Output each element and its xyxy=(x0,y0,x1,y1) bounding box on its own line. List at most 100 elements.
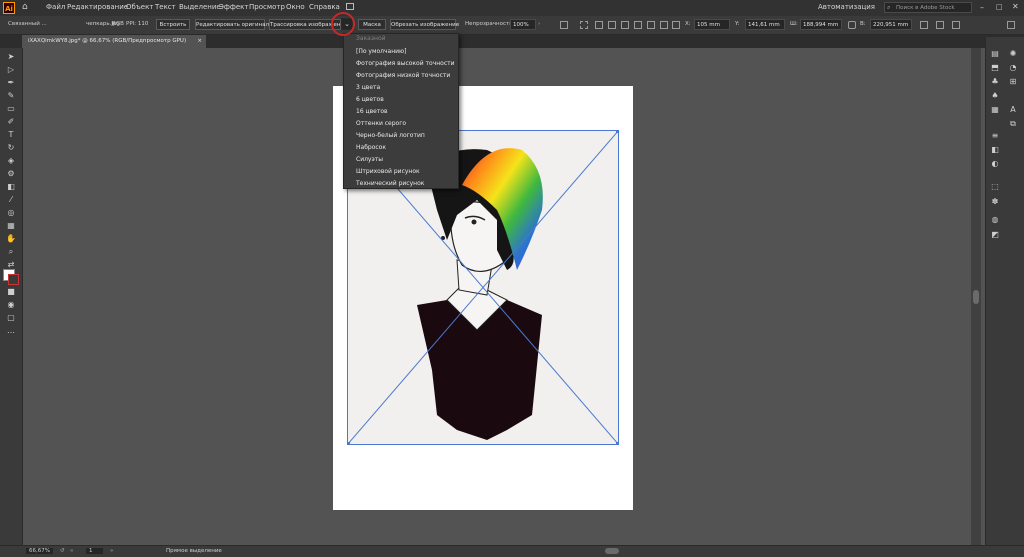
preset-16-colors[interactable]: 16 цветов xyxy=(356,108,388,115)
pathfinder-icon[interactable]: ⧉ xyxy=(1008,119,1018,128)
zoom-tool-icon[interactable]: ⌕ xyxy=(6,248,16,256)
align-icon[interactable] xyxy=(580,21,588,29)
menu-select[interactable]: Выделение xyxy=(179,3,221,11)
document-setup-icon[interactable] xyxy=(560,21,568,29)
rotate-view-icon[interactable]: ↺ xyxy=(60,548,65,554)
shape-builder-tool-icon[interactable]: ◎ xyxy=(6,209,16,217)
align-center-icon[interactable] xyxy=(608,21,616,29)
swatches-icon[interactable]: ▦ xyxy=(990,105,1000,114)
color-icon[interactable]: ✺ xyxy=(1008,49,1018,58)
transparency-icon[interactable]: ◧ xyxy=(990,145,1000,154)
stroke-icon[interactable]: ≡ xyxy=(990,131,1000,140)
vertical-scroll-thumb[interactable] xyxy=(973,290,979,304)
selection-tool-icon[interactable]: ➤ xyxy=(6,53,16,61)
height-field[interactable]: 220,951 mm xyxy=(870,19,912,30)
preset-sketch[interactable]: Набросок xyxy=(356,144,386,151)
preset-6-colors[interactable]: 6 цветов xyxy=(356,96,384,103)
preset-bw-logo[interactable]: Черно-белый логотип xyxy=(356,132,425,139)
rectangle-tool-icon[interactable]: ▭ xyxy=(6,105,16,113)
menu-window[interactable]: Окно xyxy=(286,3,305,11)
direct-selection-tool-icon[interactable]: ▷ xyxy=(6,66,16,74)
handle-bottom-right[interactable] xyxy=(616,442,619,445)
opacity-field[interactable]: 100% xyxy=(510,19,536,30)
preset-default[interactable]: [По умолчанию] xyxy=(356,48,406,55)
x-field[interactable]: 105 mm xyxy=(694,19,730,30)
screen-mode-icon[interactable]: ▢ xyxy=(6,314,16,322)
menu-object[interactable]: Объект xyxy=(126,3,153,11)
properties-icon[interactable]: ▤ xyxy=(990,49,1000,58)
horizontal-scroll-thumb[interactable] xyxy=(605,548,619,554)
flip-icon[interactable] xyxy=(936,21,944,29)
panel-menu-icon[interactable] xyxy=(1007,21,1015,29)
gradient-tool-icon[interactable]: ◧ xyxy=(6,183,16,191)
zoom-field[interactable]: 66,67% xyxy=(26,548,53,554)
align-bottom-icon[interactable] xyxy=(660,21,668,29)
prev-artboard-icon[interactable]: « xyxy=(70,548,73,554)
menu-edit[interactable]: Редактирование xyxy=(67,3,128,11)
drawing-mode-icon[interactable]: ◉ xyxy=(6,301,16,309)
artboard-number-field[interactable]: 1 xyxy=(86,548,103,554)
align-right-icon[interactable] xyxy=(621,21,629,29)
y-field[interactable]: 141,61 mm xyxy=(745,19,785,30)
close-window-button[interactable]: ✕ xyxy=(1012,2,1019,11)
document-tab[interactable]: iXAXQimkWY8.jpg* @ 66,67% (RGB/Предпросм… xyxy=(22,35,206,48)
menu-view[interactable]: Просмотр xyxy=(249,3,285,11)
stock-search-field[interactable]: ⌕ Поиск в Adobe Stock xyxy=(884,2,972,13)
paintbrush-tool-icon[interactable]: ✐ xyxy=(6,118,16,126)
eraser-tool-icon[interactable]: ◈ xyxy=(6,157,16,165)
align-middle-icon[interactable] xyxy=(647,21,655,29)
menu-help[interactable]: Справка xyxy=(309,3,340,11)
eyedropper-tool-icon[interactable]: ⁄ xyxy=(6,196,16,204)
next-artboard-icon[interactable]: » xyxy=(110,548,113,554)
curvature-tool-icon[interactable]: ✎ xyxy=(6,92,16,100)
color-guide-icon[interactable]: ✽ xyxy=(990,197,1000,206)
mask-button[interactable]: Маска xyxy=(358,19,386,30)
preset-3-colors[interactable]: 3 цвета xyxy=(356,84,380,91)
image-trace-panel-icon[interactable]: ⬚ xyxy=(990,182,1000,191)
workspace-switcher-icon[interactable] xyxy=(346,3,354,10)
character-icon[interactable]: A xyxy=(1008,105,1018,114)
more-options-icon[interactable] xyxy=(952,21,960,29)
rotate-tool-icon[interactable]: ↻ xyxy=(6,144,16,152)
handle-top-right[interactable] xyxy=(616,130,619,133)
preset-technical-drawing[interactable]: Технический рисунок xyxy=(356,180,424,187)
tab-close-icon[interactable]: × xyxy=(197,35,202,48)
menu-text[interactable]: Текст xyxy=(155,3,176,11)
graphic-styles-icon[interactable]: ◍ xyxy=(990,215,1000,224)
libraries-icon[interactable]: ⬒ xyxy=(990,63,1000,72)
width-tool-icon[interactable]: ⚙ xyxy=(6,170,16,178)
reference-point-icon[interactable] xyxy=(672,21,680,29)
home-icon[interactable]: ⌂ xyxy=(22,2,28,12)
layers-icon[interactable]: ◩ xyxy=(990,230,1000,239)
align-top-icon[interactable] xyxy=(634,21,642,29)
menu-file[interactable]: Файл xyxy=(46,3,65,11)
edit-original-button[interactable]: Редактировать оригинал xyxy=(195,19,269,30)
preset-high-fidelity-photo[interactable]: Фотография высокой точности xyxy=(356,60,455,67)
swap-colors-icon[interactable]: ⇄ xyxy=(6,261,16,269)
embed-button[interactable]: Встроить xyxy=(156,19,190,30)
preset-grayscale[interactable]: Оттенки серого xyxy=(356,120,406,127)
constrain-proportions-icon[interactable] xyxy=(848,21,856,29)
preset-low-fidelity-photo[interactable]: Фотография низкой точности xyxy=(356,72,450,79)
gradient-panel-icon[interactable]: ◔ xyxy=(1008,63,1018,72)
appearance-icon[interactable]: ◐ xyxy=(990,159,1000,168)
align-left-icon[interactable] xyxy=(595,21,603,29)
preset-silhouettes[interactable]: Силуэты xyxy=(356,156,383,163)
menu-effect[interactable]: Эффект xyxy=(219,3,248,11)
preset-line-art[interactable]: Штриховой рисунок xyxy=(356,168,420,175)
pen-tool-icon[interactable]: ✒ xyxy=(6,79,16,87)
align-panel-icon[interactable]: ⊞ xyxy=(1008,77,1018,86)
stroke-swatch[interactable] xyxy=(8,274,19,285)
transform-icon[interactable] xyxy=(920,21,928,29)
hand-tool-icon[interactable]: ✋ xyxy=(6,235,16,243)
more-tools-icon[interactable]: … xyxy=(6,327,16,335)
workspace-name[interactable]: Автоматизация xyxy=(818,3,875,11)
type-tool-icon[interactable]: T xyxy=(6,131,16,139)
artboard-tool-icon[interactable]: ▦ xyxy=(6,222,16,230)
color-mode-icon[interactable]: ■ xyxy=(6,288,16,296)
maximize-button[interactable]: □ xyxy=(996,3,1003,11)
brushes-icon[interactable]: ♠ xyxy=(990,91,1000,100)
crop-image-button[interactable]: Обрезать изображение xyxy=(390,19,459,30)
symbols-icon[interactable]: ♣ xyxy=(990,77,1000,86)
opacity-arrow-icon[interactable]: › xyxy=(538,21,540,27)
